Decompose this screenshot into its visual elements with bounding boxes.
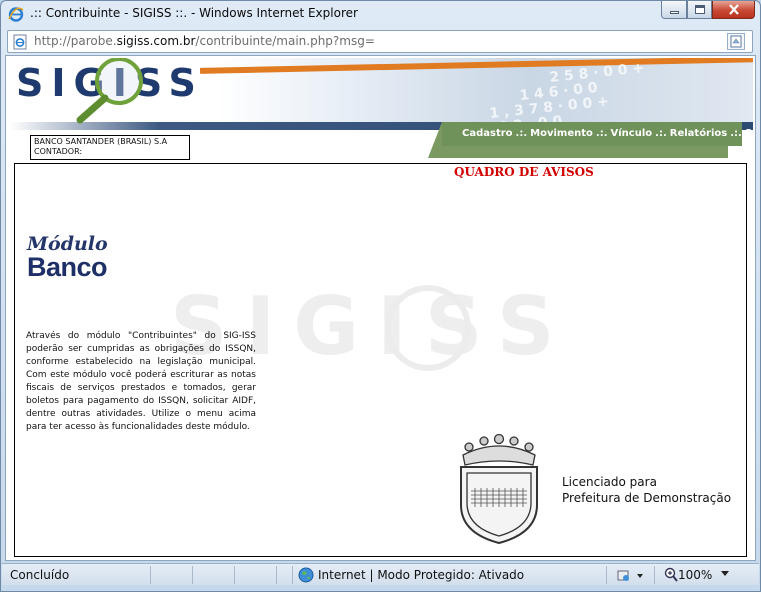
status-divider <box>292 566 293 584</box>
contador-label: CONTADOR: <box>34 147 83 156</box>
status-divider <box>150 566 151 584</box>
module-title-bold: Banco <box>27 252 108 282</box>
account-name: BANCO SANTANDER (BRASIL) S.A <box>34 137 168 146</box>
maximize-icon <box>694 5 705 14</box>
menu-separator: .:. <box>515 128 528 139</box>
content-frame: QUADRO DE AVISOS SIGISS Módulo Banco Atr… <box>14 163 747 557</box>
url-path: /contribuinte/main.php?msg= <box>195 34 375 48</box>
address-bar[interactable]: http://parobe.sigiss.com.br/contribuinte… <box>7 30 753 53</box>
url-domain: sigiss.com.br <box>116 34 196 48</box>
menu-item-sair[interactable]: Sair <box>745 128 755 146</box>
menu-item-cadastro[interactable]: Cadastro <box>462 128 513 146</box>
compatibility-icon <box>730 35 742 48</box>
page-icon <box>13 34 27 50</box>
licensed-line-2: Prefeitura de Demonstração <box>562 491 732 505</box>
protected-mode-icon[interactable] <box>616 567 644 583</box>
url-text[interactable]: http://parobe.sigiss.com.br/contribuinte… <box>34 34 375 48</box>
header-banner: 2 5 8 · 0 0 + 1 4 6 · 0 0 1 , 3 7 8 · 0 … <box>10 58 753 130</box>
status-text: Concluído <box>10 568 70 582</box>
maximize-button[interactable] <box>687 1 712 19</box>
zoom-icon[interactable] <box>664 567 678 583</box>
browser-window: .:: Contribuinte - SIGISS ::. - Windows … <box>0 0 761 592</box>
close-icon <box>728 4 739 15</box>
menu-separator: .:. <box>595 128 608 139</box>
page-viewport[interactable]: 2 5 8 · 0 0 + 1 4 6 · 0 0 1 , 3 7 8 · 0 … <box>5 55 756 561</box>
chevron-down-icon[interactable] <box>720 568 730 578</box>
zoom-level[interactable]: 100% <box>678 568 712 582</box>
licensed-line-1: Licenciado para <box>562 475 657 489</box>
close-button[interactable] <box>712 1 755 19</box>
licensed-to-text: Licenciado para Prefeitura de Demonstraç… <box>562 474 731 506</box>
title-bar: .:: Contribuinte - SIGISS ::. - Windows … <box>1 1 760 27</box>
menu-item-movimento[interactable]: Movimento <box>530 128 593 146</box>
status-divider <box>606 566 607 584</box>
internet-explorer-icon <box>8 7 24 22</box>
sigiss-logo: SIGISS <box>16 58 196 124</box>
status-divider <box>234 566 235 584</box>
status-divider <box>192 566 193 584</box>
url-prefix: http://parobe. <box>34 34 117 48</box>
compatibility-view-button[interactable] <box>727 33 745 50</box>
main-menu: Cadastro .:. Movimento .:. Vínculo .:. R… <box>428 122 755 158</box>
status-bar: Concluído Internet | Modo Protegido: Ati… <box>2 563 759 585</box>
menu-separator: .:. <box>730 128 742 139</box>
menu-separator: .:. <box>655 128 667 139</box>
globe-icon <box>298 567 314 583</box>
minimize-button[interactable] <box>661 1 687 19</box>
minimize-icon <box>669 11 679 14</box>
quadro-de-avisos-title: QUADRO DE AVISOS <box>454 165 594 179</box>
status-divider <box>654 566 655 584</box>
module-description: Através do módulo "Contribuintes" do SIG… <box>26 331 256 432</box>
security-zone-text[interactable]: Internet | Modo Protegido: Ativado <box>318 568 524 582</box>
menu-item-relatorios[interactable]: Relatórios <box>670 128 728 146</box>
account-info-box: BANCO SANTANDER (BRASIL) S.A CONTADOR: <box>30 135 190 160</box>
status-divider <box>276 566 277 584</box>
banner-numbers-decoration: 2 5 8 · 0 0 + 1 4 6 · 0 0 1 , 3 7 8 · 0 … <box>459 64 645 130</box>
menu-item-vinculo[interactable]: Vínculo <box>611 128 653 146</box>
coat-of-arms-icon <box>460 433 538 545</box>
window-title: .:: Contribuinte - SIGISS ::. - Windows … <box>30 6 358 20</box>
